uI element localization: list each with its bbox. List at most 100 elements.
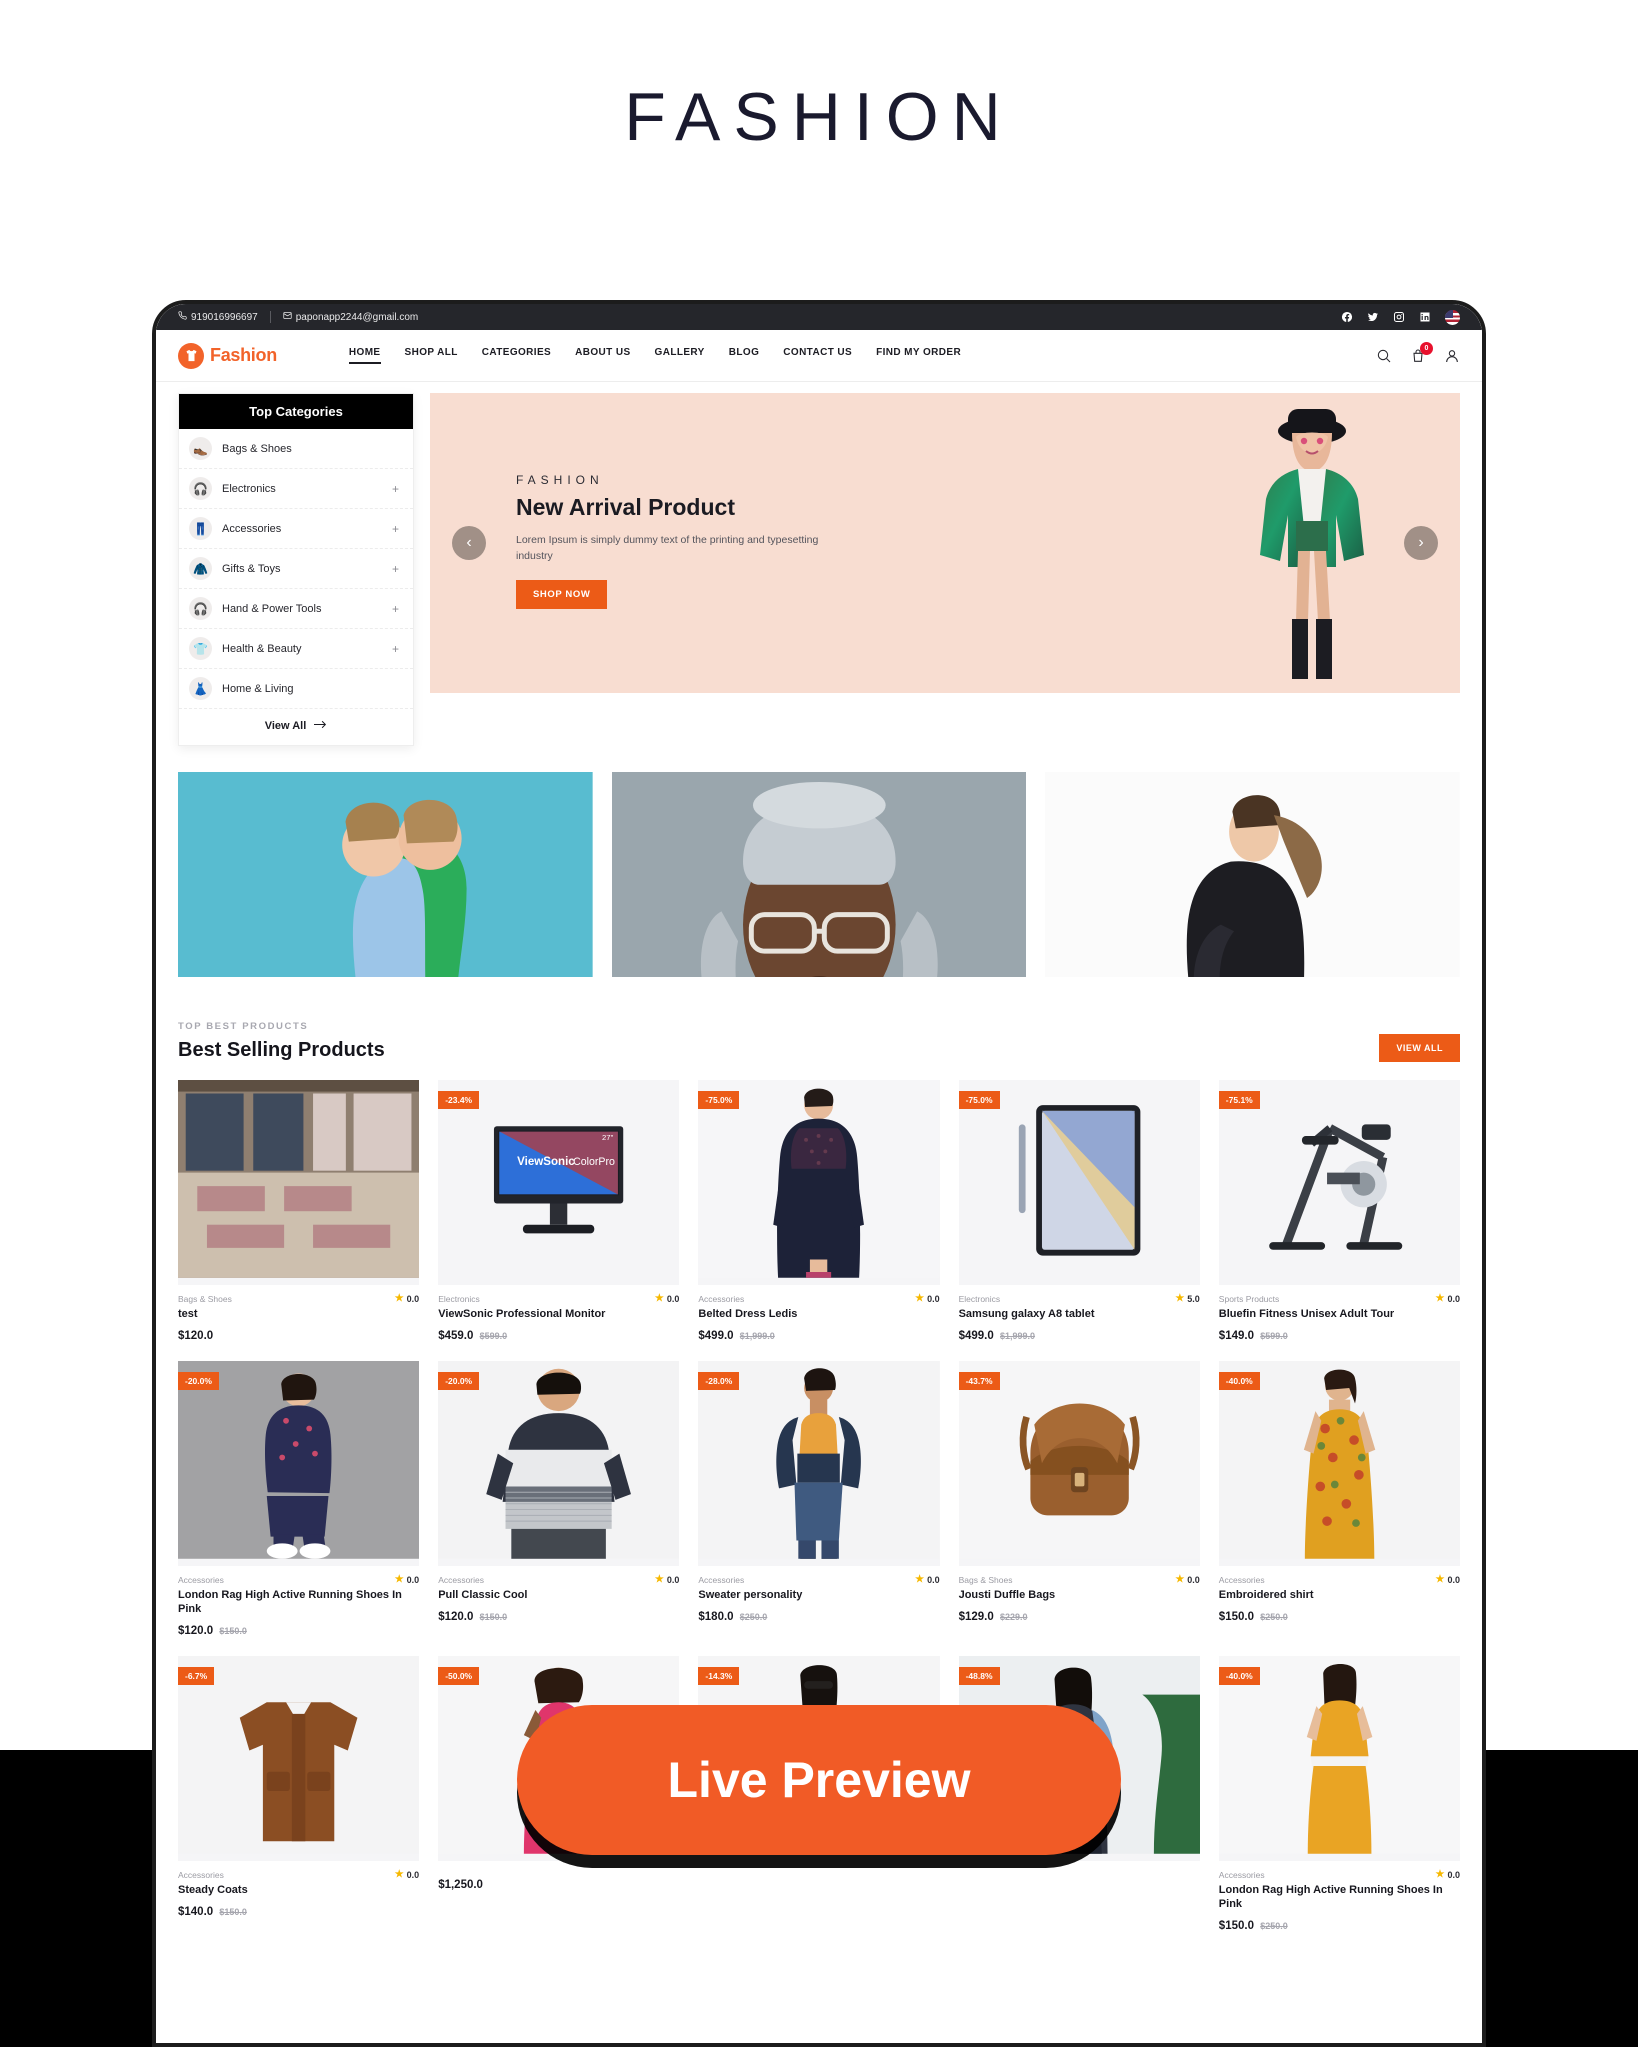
product-name[interactable]: Steady Coats (178, 1883, 419, 1897)
site-logo[interactable]: Fashion (178, 342, 277, 369)
product-image[interactable]: -20.0% (178, 1361, 420, 1567)
live-preview-button[interactable]: Live Preview (517, 1705, 1121, 1855)
product-name[interactable]: London Rag High Active Running Shoes In … (178, 1588, 419, 1616)
product-image[interactable]: -75.0% (958, 1080, 1200, 1285)
product-image[interactable]: -75.0% (698, 1080, 940, 1285)
chevron-left-icon[interactable]: ‹ (452, 526, 486, 560)
product-image[interactable]: -75.1% (1218, 1080, 1460, 1285)
promo-banner-3[interactable] (1045, 772, 1460, 977)
product-card[interactable]: -43.7% Bags & Shoes ★ 0.0 Jousti Duffle … (958, 1361, 1200, 1637)
best-selling-section-header: TOP BEST PRODUCTS Best Selling Products … (178, 1021, 1460, 1062)
product-card[interactable]: -40.0% Accessories ★ 0.0 London Rag High… (1218, 1656, 1460, 1932)
nav-link-contact-us[interactable]: CONTACT US (783, 347, 852, 364)
price-original: $250.0 (739, 1612, 768, 1623)
product-name[interactable]: ViewSonic Professional Monitor (438, 1307, 679, 1321)
instagram-icon[interactable] (1393, 311, 1405, 323)
facebook-icon[interactable] (1341, 311, 1353, 323)
product-image[interactable] (178, 1080, 420, 1285)
product-card[interactable]: -20.0% (178, 1361, 420, 1637)
product-image[interactable]: -6.7% (178, 1656, 420, 1862)
product-name[interactable]: Sweater personality (698, 1588, 939, 1602)
product-image[interactable]: -43.7% (958, 1361, 1200, 1567)
expand-icon[interactable]: + (392, 522, 399, 536)
product-category: Sports Products (1218, 1294, 1280, 1304)
discount-badge: -20.0% (178, 1372, 219, 1391)
product-card[interactable]: -75.1% Sports Products ★ 0.0 Bluefin Fit… (1218, 1080, 1460, 1342)
category-item-bags-shoes[interactable]: 👞 Bags & Shoes (179, 429, 413, 469)
product-name[interactable]: Embroidered shirt (1219, 1588, 1460, 1602)
product-name[interactable]: Bluefin Fitness Unisex Adult Tour (1219, 1307, 1460, 1321)
category-item-electronics[interactable]: 🎧 Electronics + (179, 469, 413, 509)
category-item-home-living[interactable]: 👗 Home & Living (179, 669, 413, 709)
product-image[interactable]: -20.0% (438, 1361, 680, 1567)
product-card[interactable]: Bags & Shoes ★ 0.0 test $120.0 (178, 1080, 420, 1342)
rating-value: 0.0 (406, 1575, 420, 1586)
product-card[interactable]: -40.0% Accessories ★ 0.0 Embroidered shi… (1218, 1361, 1460, 1637)
user-icon[interactable] (1444, 348, 1460, 364)
cart-icon[interactable]: 0 (1410, 341, 1433, 364)
page-title: FASHION (624, 79, 1014, 155)
product-image[interactable]: -40.0% (1218, 1361, 1460, 1567)
cart-count-badge: 0 (1420, 341, 1433, 355)
product-image[interactable]: -23.4% ViewSonic ColorPro 27" (438, 1080, 680, 1285)
product-card[interactable]: -23.4% ViewSonic ColorPro 27" Electronic… (438, 1080, 680, 1342)
shop-now-button[interactable]: SHOP NOW (516, 579, 608, 609)
twitter-icon[interactable] (1367, 311, 1379, 323)
category-item-accessories[interactable]: 👖 Accessories + (179, 509, 413, 549)
view-all-button[interactable]: VIEW ALL (1379, 1034, 1460, 1062)
linkedin-icon[interactable] (1419, 311, 1431, 323)
expand-icon[interactable]: + (392, 602, 399, 616)
product-card[interactable]: -6.7% Accessories ★ 0.0 Steady Coats $14… (178, 1656, 420, 1932)
product-name[interactable]: Samsung galaxy A8 tablet (959, 1307, 1200, 1321)
discount-badge: -40.0% (1218, 1667, 1260, 1686)
price-original: $599.0 (1260, 1331, 1288, 1342)
nav-link-categories[interactable]: CATEGORIES (482, 347, 551, 364)
expand-icon[interactable]: + (392, 562, 399, 576)
star-icon: ★ (654, 1574, 664, 1586)
product-rating: ★ 0.0 (1175, 1575, 1199, 1586)
promo-banner-2[interactable] (611, 772, 1027, 977)
nav-link-shop-all[interactable]: SHOP ALL (405, 347, 458, 364)
product-card[interactable]: -75.0% Electronics ★ 5.0 Samsung galaxy … (958, 1080, 1200, 1342)
category-item-hand-power-tools[interactable]: 🎧 Hand & Power Tools + (179, 589, 413, 629)
product-image[interactable]: -40.0% (1218, 1656, 1460, 1862)
nav-link-about-us[interactable]: ABOUT US (575, 347, 630, 364)
us-flag-icon[interactable] (1445, 309, 1460, 325)
product-name[interactable]: test (178, 1307, 419, 1321)
nav-link-find-my-order[interactable]: FIND MY ORDER (876, 347, 961, 364)
rating-value: 0.0 (927, 1575, 940, 1586)
product-name[interactable]: Jousti Duffle Bags (959, 1588, 1200, 1602)
product-card[interactable]: -28.0% Accessories ★ 0.0 Sweater persona… (698, 1361, 940, 1637)
product-image[interactable]: -28.0% (698, 1361, 940, 1567)
chevron-right-icon[interactable]: › (1404, 526, 1438, 560)
headphone-icon: 🎧 (189, 597, 212, 620)
promo-banner-1[interactable] (178, 772, 593, 977)
product-name[interactable]: Pull Classic Cool (438, 1588, 679, 1602)
phone-item[interactable]: 919016996697 (178, 311, 258, 323)
product-price: $129.0 $229.0 (959, 1611, 1200, 1623)
product-name[interactable]: London Rag High Active Running Shoes In … (1219, 1883, 1460, 1911)
star-icon: ★ (394, 1293, 404, 1304)
expand-icon[interactable]: + (392, 482, 399, 496)
product-price: $140.0 $150.0 (178, 1906, 419, 1918)
nav-link-home[interactable]: HOME (348, 347, 381, 364)
product-price: $149.0 $599.0 (1219, 1330, 1460, 1342)
nav-link-blog[interactable]: BLOG (729, 347, 760, 364)
rating-value: 0.0 (666, 1575, 680, 1586)
star-icon: ★ (394, 1869, 404, 1881)
nav-link-gallery[interactable]: GALLERY (655, 347, 705, 364)
product-card[interactable]: -20.0% (438, 1361, 680, 1637)
email-item[interactable]: paponapp2244@gmail.com (283, 311, 418, 323)
product-card[interactable]: -75.0% Accessories ★ 0.0 Belted Dress Le… (698, 1080, 940, 1342)
categories-view-all[interactable]: View All (179, 709, 413, 745)
category-item-health-beauty[interactable]: 👕 Health & Beauty + (179, 629, 413, 669)
topbar-divider (269, 311, 271, 323)
product-name[interactable]: Belted Dress Ledis (698, 1307, 939, 1321)
headphone-icon: 🎧 (189, 477, 212, 500)
category-item-gifts-toys[interactable]: 🧥 Gifts & Toys + (179, 549, 413, 589)
discount-badge: -48.8% (958, 1667, 1000, 1686)
price-current: $180.0 (698, 1611, 734, 1624)
product-meta: Accessories ★ 0.0 (698, 1575, 940, 1586)
expand-icon[interactable]: + (392, 642, 399, 656)
search-icon[interactable] (1376, 348, 1392, 364)
